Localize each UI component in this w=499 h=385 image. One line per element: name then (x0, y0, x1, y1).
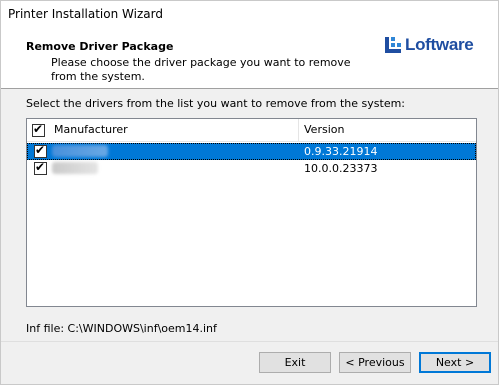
column-header-version[interactable]: Version (304, 123, 344, 136)
version-cell: 0.9.33.21914 (304, 145, 378, 158)
loftware-logo: Loftware (385, 35, 474, 54)
row-checkbox[interactable]: ✔ (34, 143, 47, 158)
table-row[interactable]: ✔ 0.9.33.21914 (27, 143, 476, 160)
footer-divider (1, 341, 498, 342)
exit-button[interactable]: Exit (259, 352, 331, 373)
page-description: Please choose the driver package you wan… (51, 56, 351, 83)
next-button[interactable]: Next > (419, 352, 491, 373)
window-title: Printer Installation Wizard (8, 7, 163, 21)
select-all-checkbox[interactable]: ✔ (32, 122, 45, 137)
previous-button[interactable]: < Previous (339, 352, 411, 373)
driver-list[interactable]: ✔ Manufacturer Version ✔ 0.9.33.21914 ✔ … (26, 118, 477, 307)
inf-file-label: Inf file: C:\WINDOWS\inf\oem14.inf (26, 322, 217, 335)
wizard-window: Printer Installation Wizard Remove Drive… (0, 0, 499, 385)
logo-text: Loftware (405, 35, 474, 54)
checkmark-icon: ✔ (35, 160, 46, 174)
version-cell: 10.0.0.23373 (304, 162, 378, 175)
column-divider[interactable] (298, 119, 299, 141)
manufacturer-cell-redacted (52, 145, 108, 157)
header-divider (1, 88, 498, 89)
checkmark-icon: ✔ (35, 143, 46, 157)
wizard-header: Remove Driver Package Please choose the … (1, 30, 498, 88)
list-header: ✔ Manufacturer Version (27, 119, 476, 142)
page-title: Remove Driver Package (26, 40, 174, 53)
loftware-logo-icon (385, 37, 401, 53)
title-bar[interactable]: Printer Installation Wizard (1, 1, 498, 30)
column-header-manufacturer[interactable]: Manufacturer (54, 123, 128, 136)
instruction-text: Select the drivers from the list you wan… (26, 97, 406, 110)
checkmark-icon: ✔ (33, 122, 44, 136)
row-checkbox[interactable]: ✔ (34, 160, 47, 175)
manufacturer-cell-redacted (52, 162, 98, 174)
table-row[interactable]: ✔ 10.0.0.23373 (27, 160, 476, 177)
